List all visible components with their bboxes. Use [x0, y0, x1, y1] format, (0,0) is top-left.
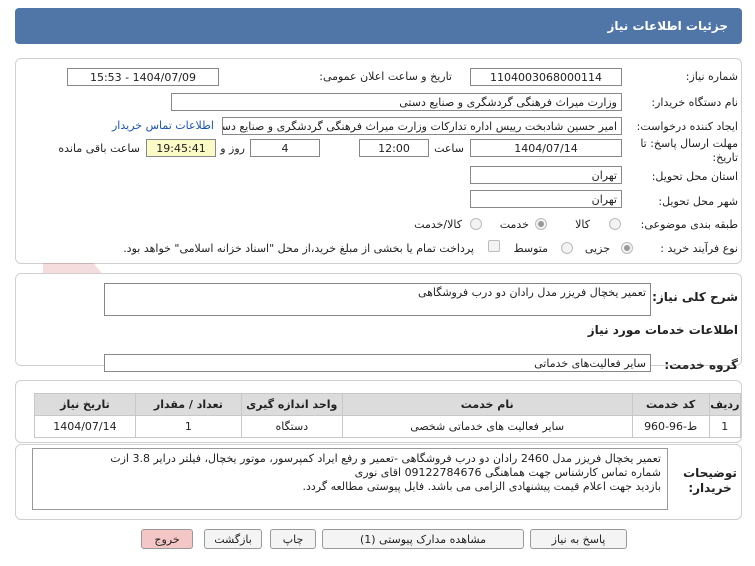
service-code-cell: ط-96-960: [631, 415, 710, 438]
city-label: شهر محل تحویل:: [658, 195, 738, 208]
process-type-label: نوع فرآیند خرید :: [660, 242, 738, 255]
deadline-time-field: 12:00: [359, 139, 429, 157]
description-line: تعمیر یخچال فریزر مدل 2460 رادان دو درب …: [110, 452, 661, 465]
buyer-contact-link[interactable]: اطلاعات تماس خریدار: [112, 119, 214, 132]
services-table: ردیف کد خدمت نام خدمت واحد اندازه گیری ت…: [34, 393, 742, 438]
need-info-panel: [15, 58, 742, 264]
page-title: جزئیات اطلاعات نیاز: [607, 19, 728, 33]
back-button[interactable]: بازگشت: [204, 529, 262, 549]
creator-field: امیر حسین شادبخت رییس اداره تدارکات وزار…: [222, 117, 622, 135]
need-date-cell: 1404/07/14: [34, 415, 136, 438]
remaining-time-label: ساعت باقی مانده: [58, 142, 140, 155]
deadline-label: مهلت ارسال پاسخ: تا تاریخ:: [640, 137, 738, 164]
city-field: تهران: [470, 190, 622, 208]
buyer-org-field: وزارت میراث فرهنگی گردشگری و صنایع دستی: [171, 93, 622, 111]
row-number-cell: 1: [708, 415, 742, 438]
col-service-name: نام خدمت: [341, 393, 633, 416]
summary-textarea[interactable]: تعمیر یخچال فریزر مدل رادان دو درب فروشگ…: [104, 283, 651, 316]
category-service-label: خدمت: [499, 218, 529, 231]
description-textarea[interactable]: تعمیر یخچال فریزر مدل 2460 رادان دو درب …: [32, 448, 668, 510]
services-table-header: ردیف کد خدمت نام خدمت واحد اندازه گیری ت…: [34, 393, 742, 416]
action-bar: پاسخ به نیاز مشاهده مدارک پیوستی (1) چاپ…: [0, 529, 755, 553]
deadline-time-label: ساعت: [434, 142, 464, 155]
creator-label: ایجاد کننده درخواست:: [636, 120, 738, 133]
service-group-field: سایر فعالیت‌های خدماتی: [104, 354, 651, 372]
process-medium-label: متوسط: [513, 242, 548, 255]
description-line: بازدید جهت اعلام قیمت پیشنهادی الزامی می…: [302, 480, 661, 493]
remaining-time-field: 19:45:41: [146, 139, 216, 157]
treasury-payment-note: پرداخت تمام یا بخشی از مبلغ خرید،از محل …: [123, 242, 474, 255]
print-button[interactable]: چاپ: [270, 529, 316, 549]
page-title-bar: جزئیات اطلاعات نیاز: [15, 8, 742, 44]
service-group-label: گروه خدمت:: [664, 358, 738, 372]
description-label-line2: خریدار:: [688, 481, 732, 495]
col-unit: واحد اندازه گیری: [240, 393, 343, 416]
days-remaining-field: 4: [250, 139, 320, 157]
respond-button[interactable]: پاسخ به نیاز: [530, 529, 627, 549]
province-field: تهران: [470, 166, 622, 184]
announce-label: تاریخ و ساعت اعلان عمومی:: [319, 70, 452, 83]
process-medium-radio[interactable]: [561, 242, 573, 254]
need-number-label: شماره نیاز:: [685, 70, 738, 83]
table-row: 1 ط-96-960 سایر فعالیت های خدماتی شخصی د…: [34, 415, 742, 438]
category-goods-service-label: کالا/خدمت: [414, 218, 462, 231]
col-quantity: تعداد / مقدار: [134, 393, 242, 416]
description-line: شماره تماس کارشناس جهت هماهنگی 091227846…: [354, 466, 661, 479]
need-number-field: 1104003068000114: [470, 68, 622, 86]
process-minor-radio[interactable]: [621, 242, 633, 254]
description-label: توضیحات خریدار:: [680, 466, 740, 496]
category-goods-service-radio[interactable]: [470, 218, 482, 230]
category-label: طبقه بندی موضوعی:: [640, 218, 738, 231]
unit-cell: دستگاه: [240, 415, 343, 438]
view-attachments-button[interactable]: مشاهده مدارک پیوستی (1): [322, 529, 524, 549]
category-goods-radio[interactable]: [609, 218, 621, 230]
province-label: استان محل تحویل:: [651, 170, 738, 183]
col-need-date: تاریخ نیاز: [34, 393, 136, 416]
quantity-cell: 1: [134, 415, 242, 438]
process-minor-label: جزیی: [584, 242, 610, 255]
col-service-code: کد خدمت: [631, 393, 710, 416]
buyer-org-label: نام دستگاه خریدار:: [651, 96, 738, 109]
summary-label: شرح کلی نیاز:: [652, 290, 738, 304]
description-label-line1: توضیحات: [683, 466, 737, 480]
category-service-radio[interactable]: [535, 218, 547, 230]
exit-button[interactable]: خروج: [141, 529, 193, 549]
treasury-payment-checkbox[interactable]: [488, 240, 500, 252]
deadline-date-field: 1404/07/14: [470, 139, 622, 157]
category-goods-label: کالا: [575, 218, 590, 231]
services-section-title: اطلاعات خدمات مورد نیاز: [587, 323, 738, 337]
announce-date-field: 1404/07/09 - 15:53: [67, 68, 219, 86]
service-name-cell: سایر فعالیت های خدماتی شخصی: [341, 415, 633, 438]
days-label: روز و: [220, 142, 245, 155]
col-row-number: ردیف: [708, 393, 742, 416]
